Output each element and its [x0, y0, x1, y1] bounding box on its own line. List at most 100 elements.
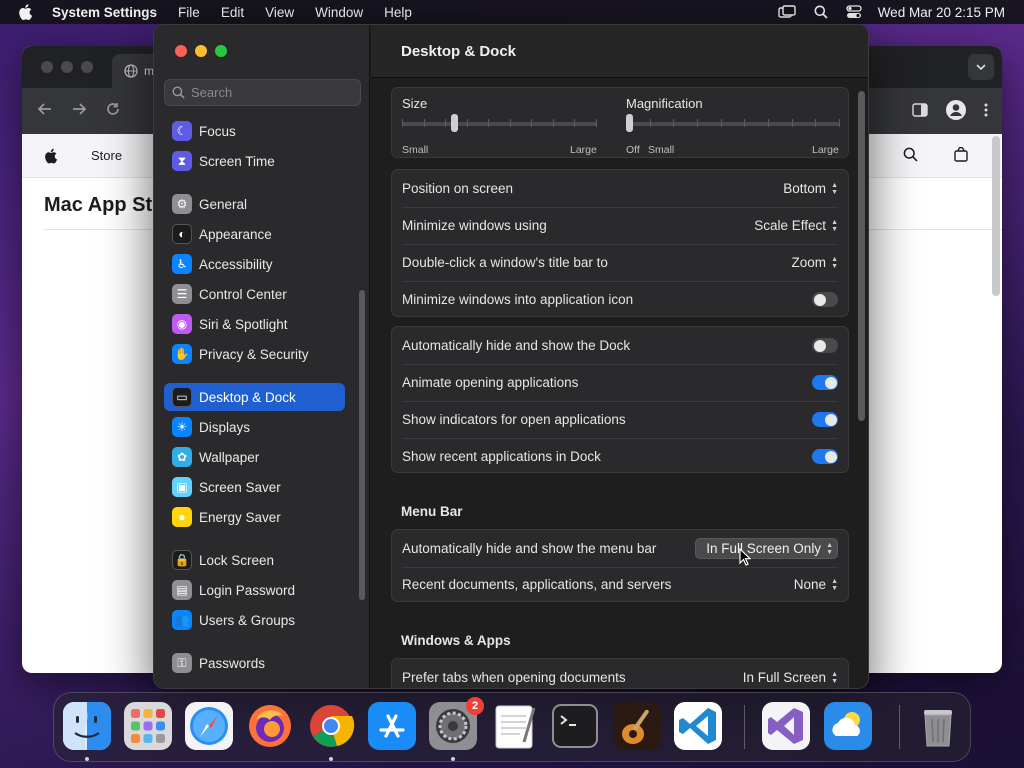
row-label: Automatically hide and show the menu bar — [402, 541, 657, 556]
show-indicators-row: Show indicators for open applications — [392, 401, 848, 438]
visual-studio-icon[interactable] — [761, 701, 811, 751]
sidebar-item-siri-spotlight[interactable]: ◉ Siri & Spotlight — [164, 310, 345, 338]
window-controls — [175, 45, 227, 57]
recent-documents-popup[interactable]: None ▲ ▼ — [794, 577, 838, 592]
minimize-button[interactable] — [195, 45, 207, 57]
search-icon[interactable] — [814, 5, 828, 19]
auto-hide-dock-row: Automatically hide and show the Dock — [392, 327, 848, 364]
double-click-popup[interactable]: Zoom ▲ ▼ — [792, 255, 838, 270]
sidebar-item-label: General — [199, 196, 248, 212]
sidebar-item-users-groups[interactable]: 👥 Users & Groups — [164, 606, 345, 634]
firefox-icon[interactable] — [245, 701, 295, 751]
magnification-slider-track[interactable] — [626, 122, 840, 126]
sidebar-item-control-center[interactable]: ☰ Control Center — [164, 280, 345, 308]
shopping-bag-icon[interactable] — [954, 146, 968, 167]
auto-hide-dock-toggle[interactable] — [812, 338, 838, 353]
menu-edit[interactable]: Edit — [221, 5, 244, 20]
sidebar-item-screen-saver[interactable]: ▣ Screen Saver — [164, 473, 345, 501]
sidebar-item-lock-screen[interactable]: 🔒 Lock Screen — [164, 546, 345, 574]
sidebar-item-general[interactable]: ⚙ General — [164, 190, 345, 218]
size-slider-knob[interactable] — [450, 114, 458, 132]
sidebar-item-focus[interactable]: ☾ Focus — [164, 117, 345, 145]
minimize-into-app-icon-row: Minimize windows into application icon — [392, 281, 848, 318]
dock: 2 — [53, 692, 971, 762]
sidebar-item-displays[interactable]: ☀ Displays — [164, 413, 345, 441]
forward-arrow-icon[interactable] — [72, 102, 87, 121]
menu-clock[interactable]: Wed Mar 20 2:15 PM — [878, 5, 1005, 20]
terminal-icon[interactable] — [550, 701, 600, 751]
close-button[interactable] — [175, 45, 187, 57]
siri-icon: ◉ — [172, 314, 192, 334]
users-icon: 👥 — [172, 610, 192, 630]
apple-logo-icon[interactable] — [44, 148, 57, 164]
windows-apps-group: Prefer tabs when opening documents In Fu… — [391, 658, 849, 688]
browser-window-controls[interactable] — [41, 61, 93, 73]
control-center-icon[interactable] — [846, 5, 862, 19]
show-recent-apps-toggle[interactable] — [812, 449, 838, 464]
safari-icon[interactable] — [184, 701, 234, 751]
back-arrow-icon[interactable] — [37, 102, 52, 121]
more-menu-icon[interactable] — [984, 103, 988, 122]
gear-icon: ⚙ — [172, 194, 192, 214]
screen-mirroring-icon[interactable] — [777, 5, 796, 19]
dock-behavior-group: Position on screen Bottom ▲ ▼ Minimize wi… — [391, 169, 849, 317]
sidebar-item-privacy-security[interactable]: ✋ Privacy & Security — [164, 340, 345, 368]
sidebar-item-energy-saver[interactable]: ● Energy Saver — [164, 503, 345, 531]
menu-app-name[interactable]: System Settings — [52, 5, 157, 20]
dock-separator — [744, 705, 745, 749]
sidebar-item-wallpaper[interactable]: ✿ Wallpaper — [164, 443, 345, 471]
magnification-slider-knob[interactable] — [626, 114, 633, 132]
settings-search[interactable] — [164, 79, 361, 106]
bulb-icon: ● — [172, 507, 192, 527]
hourglass-icon: ⧗ — [172, 151, 192, 171]
auto-hide-menu-bar-popup[interactable]: In Full Screen Only ▲ ▼ — [695, 538, 838, 559]
menu-file[interactable]: File — [178, 5, 200, 20]
reload-icon[interactable] — [106, 102, 120, 121]
menu-view[interactable]: View — [265, 5, 294, 20]
up-down-chevron-icon: ▲ ▼ — [831, 577, 838, 592]
system-settings-icon[interactable]: 2 — [428, 697, 484, 751]
row-label: Recent documents, applications, and serv… — [402, 577, 672, 592]
chrome-icon[interactable] — [306, 701, 356, 751]
launchpad-icon[interactable] — [123, 701, 173, 751]
tab-search-button[interactable] — [968, 54, 994, 80]
sidebar-scrollbar[interactable] — [359, 290, 365, 600]
row-label: Double-click a window's title bar to — [402, 255, 608, 270]
weather-icon[interactable] — [823, 701, 873, 751]
sidebar-item-accessibility[interactable]: ♿ Accessibility — [164, 250, 345, 278]
finder-icon[interactable] — [62, 701, 112, 751]
trash-icon[interactable] — [913, 701, 963, 751]
vscode-icon[interactable] — [673, 701, 723, 751]
menu-window[interactable]: Window — [315, 5, 363, 20]
sidebar-toggle-icon[interactable] — [912, 103, 928, 122]
textedit-icon[interactable] — [489, 701, 539, 751]
control-center-icon: ☰ — [172, 284, 192, 304]
site-search-icon[interactable] — [903, 147, 918, 167]
sidebar-item-login-password[interactable]: ▤ Login Password — [164, 576, 345, 604]
minimize-effect-popup[interactable]: Scale Effect ▲ ▼ — [754, 218, 838, 233]
menu-help[interactable]: Help — [384, 5, 412, 20]
sidebar-item-passwords[interactable]: ⚿ Passwords — [164, 649, 345, 677]
sidebar-item-appearance[interactable]: ◐ Appearance — [164, 220, 345, 248]
store-link[interactable]: Store — [91, 148, 122, 163]
animate-opening-toggle[interactable] — [812, 375, 838, 390]
prefer-tabs-popup[interactable]: In Full Screen ▲ ▼ — [743, 670, 838, 685]
row-label: Position on screen — [402, 181, 514, 196]
search-input[interactable] — [191, 85, 351, 100]
profile-avatar-icon[interactable] — [946, 100, 966, 125]
size-slider-track[interactable] — [402, 122, 597, 126]
show-indicators-toggle[interactable] — [812, 412, 838, 427]
apple-menu-icon[interactable] — [18, 4, 38, 20]
content-scrollbar[interactable] — [858, 91, 865, 421]
sidebar-item-desktop-dock[interactable]: ▭ Desktop & Dock — [164, 383, 345, 411]
recent-documents-row: Recent documents, applications, and serv… — [392, 566, 848, 603]
position-popup[interactable]: Bottom ▲ ▼ — [783, 181, 838, 196]
zoom-button[interactable] — [215, 45, 227, 57]
popup-value: Scale Effect — [754, 218, 827, 233]
minimize-into-app-icon-toggle[interactable] — [812, 292, 838, 307]
garageband-icon[interactable] — [612, 701, 662, 751]
app-store-icon[interactable] — [367, 701, 417, 751]
browser-scrollbar[interactable] — [992, 136, 1000, 296]
sidebar-item-screen-time[interactable]: ⧗ Screen Time — [164, 147, 345, 175]
lock-icon: 🔒 — [172, 550, 192, 570]
